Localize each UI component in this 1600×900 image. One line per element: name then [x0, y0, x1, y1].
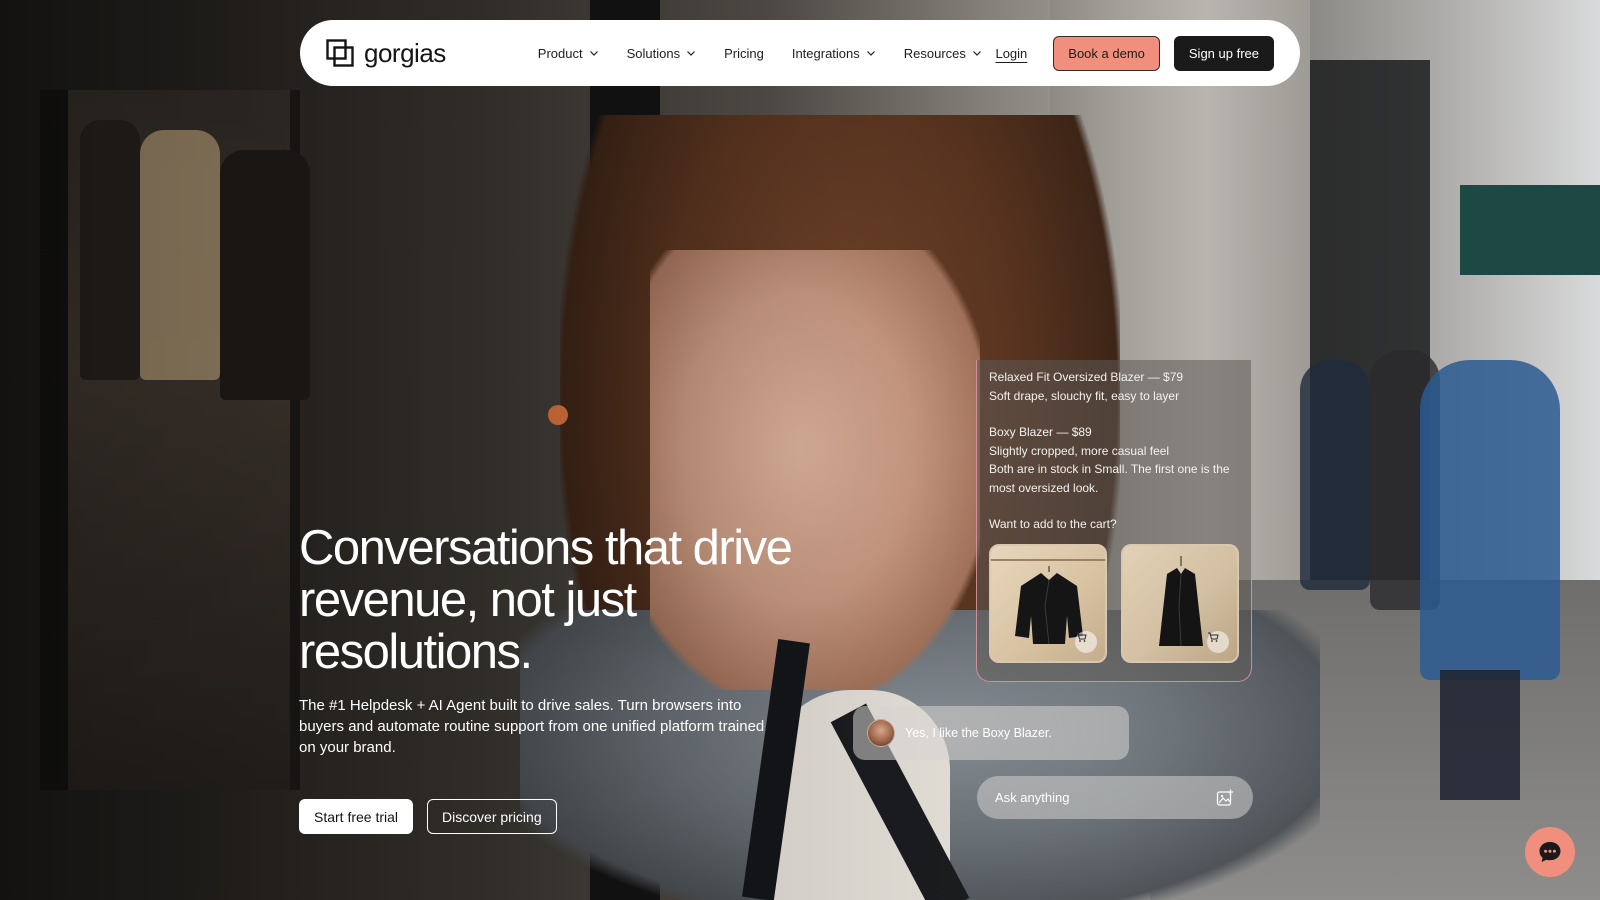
discover-pricing-button[interactable]: Discover pricing [427, 799, 557, 834]
product1-description: Soft drape, slouchy fit, easy to layer [989, 388, 1180, 403]
nav-item-product[interactable]: Product [538, 46, 599, 61]
main-menu: Product Solutions Pricing Integrations R… [538, 46, 982, 61]
cart-icon[interactable] [1075, 630, 1097, 653]
chevron-down-icon [866, 51, 875, 56]
stock-note: Both are in stock in Small. The first on… [989, 462, 1230, 495]
nav-item-solutions[interactable]: Solutions [627, 46, 696, 61]
top-navbar: gorgias Product Solutions Pricing Integr… [300, 20, 1300, 86]
add-to-cart-question: Want to add to the cart? [989, 517, 1117, 531]
hero-subtitle: The #1 Helpdesk + AI Agent built to driv… [299, 697, 765, 756]
nav-item-label: Integrations [791, 45, 860, 61]
login-link[interactable]: Login [995, 46, 1027, 61]
gorgias-logo-icon [326, 39, 354, 67]
product-card-boxy-blazer[interactable] [1121, 543, 1239, 663]
product1-title: Relaxed Fit Oversized Blazer — $79 [989, 370, 1184, 384]
book-demo-button[interactable]: Book a demo [1053, 35, 1160, 71]
brand-logo[interactable]: gorgias [326, 38, 446, 69]
product-cards [989, 543, 1239, 663]
product-card-relaxed-blazer[interactable] [989, 543, 1107, 663]
ai-agent-reply-card: Relaxed Fit Oversized Blazer — $79 Soft … [976, 360, 1252, 682]
avatar [867, 719, 895, 747]
user-message-text: Yes, I like the Boxy Blazer. [905, 726, 1052, 740]
ask-input-placeholder: Ask anything [995, 790, 1070, 805]
product2-description: Slightly cropped, more casual feel [989, 443, 1170, 458]
sign-up-button[interactable]: Sign up free [1173, 35, 1274, 71]
nav-item-label: Solutions [626, 45, 681, 61]
nav-actions: Login Book a demo Sign up free [995, 35, 1274, 71]
brand-name: gorgias [364, 37, 446, 68]
nav-item-label: Resources [903, 45, 966, 61]
cart-icon[interactable] [1207, 630, 1229, 653]
ask-anything-input[interactable]: Ask anything [977, 776, 1253, 819]
image-add-icon[interactable] [1215, 788, 1235, 808]
chevron-down-icon [972, 51, 981, 56]
nav-item-resources[interactable]: Resources [904, 46, 982, 61]
chevron-down-icon [589, 51, 598, 56]
nav-item-pricing[interactable]: Pricing [724, 46, 764, 61]
hero-title: Conversations that drive revenue, not ju… [299, 521, 793, 679]
nav-item-label: Pricing [724, 45, 764, 61]
nav-item-integrations[interactable]: Integrations [792, 46, 876, 61]
chat-launcher-button[interactable] [1525, 827, 1575, 877]
chat-bubble-icon [1539, 842, 1561, 862]
start-free-trial-button[interactable]: Start free trial [299, 799, 414, 834]
chevron-down-icon [687, 51, 696, 56]
product2-title: Boxy Blazer — $89 [989, 425, 1092, 439]
hero-cta-group: Start free trial Discover pricing [299, 799, 557, 834]
hero-background-photo [0, 0, 1600, 900]
nav-item-label: Product [537, 45, 583, 61]
user-chat-message: Yes, I like the Boxy Blazer. [853, 706, 1129, 760]
